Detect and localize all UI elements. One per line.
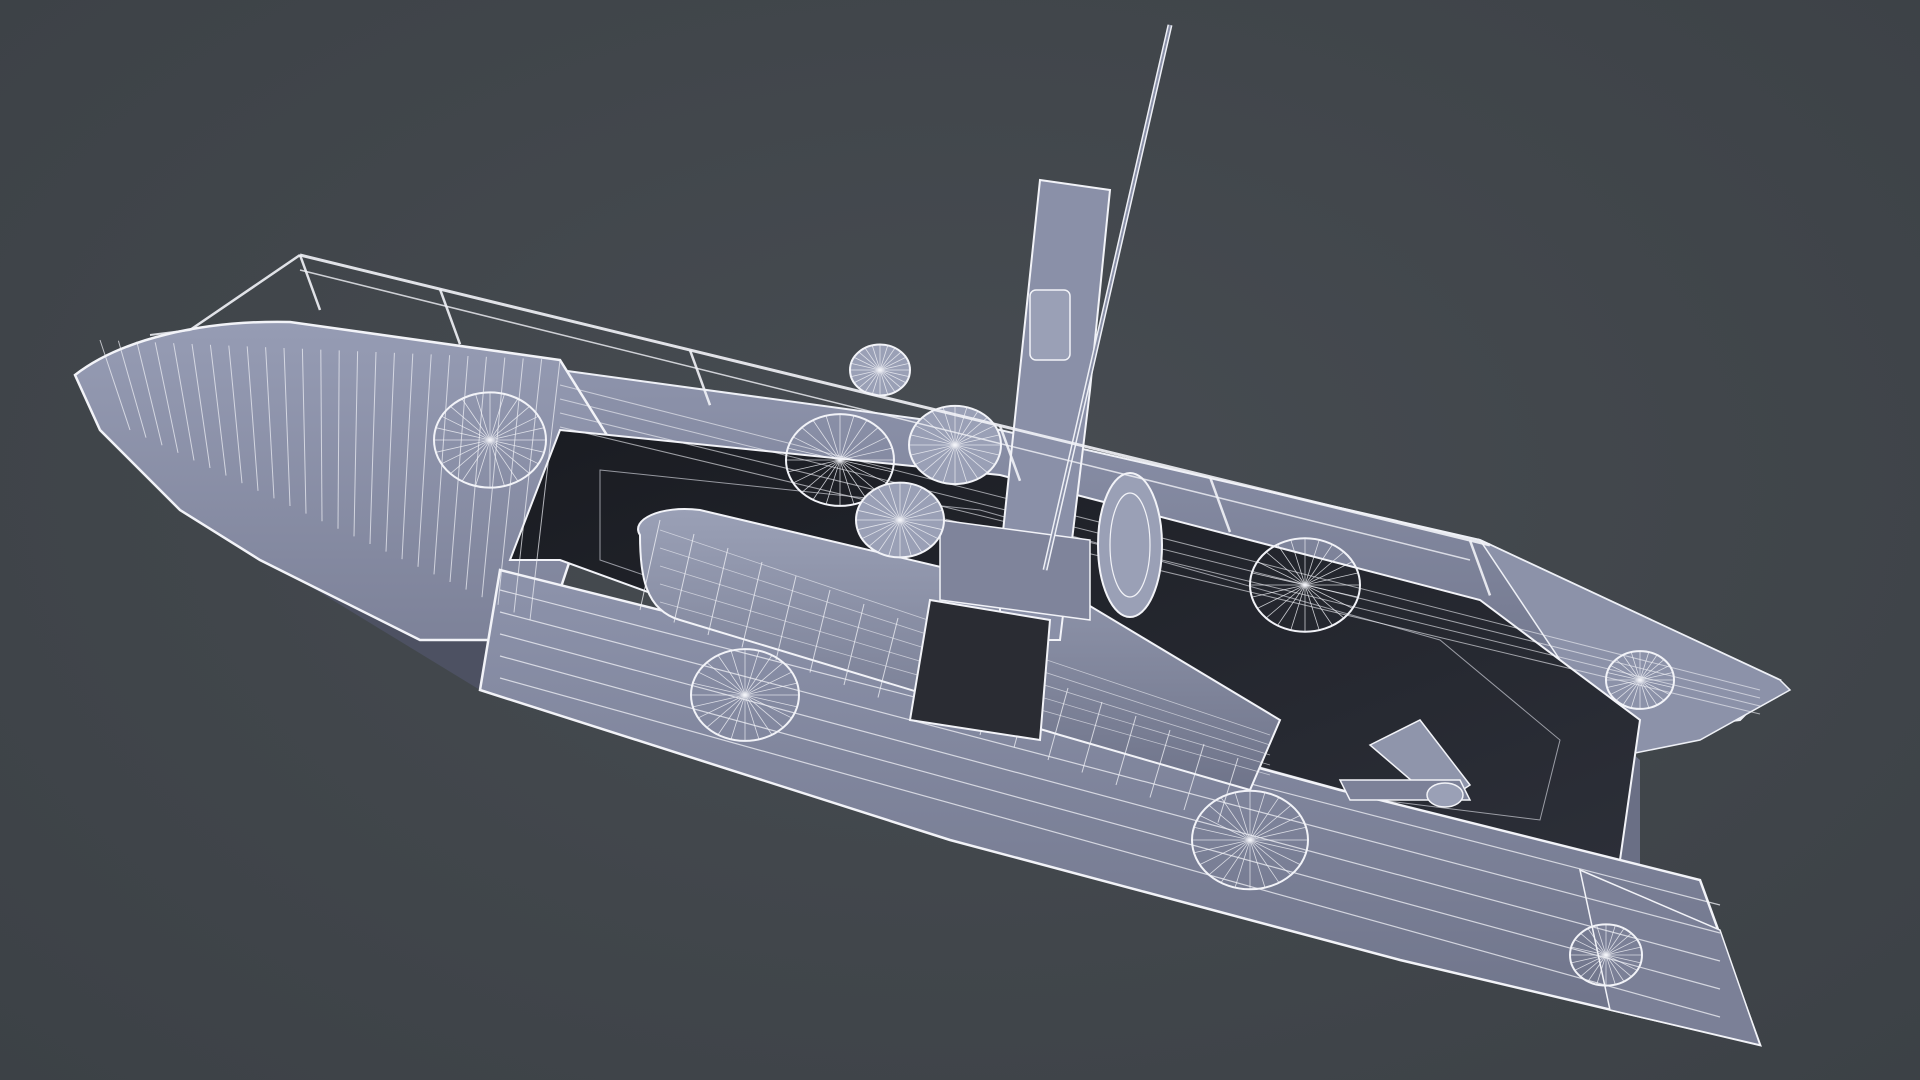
boat-wireframe-render (73, 24, 1792, 1047)
hatch-disc (908, 404, 1002, 486)
wire-line (189, 253, 301, 332)
hatch-disc (690, 648, 800, 742)
hatch-disc (1191, 789, 1309, 891)
wire-line (438, 288, 462, 345)
hatch-disc (849, 343, 911, 397)
hatch-disc (1569, 923, 1643, 987)
hatch-disc (1249, 537, 1361, 633)
hatch-disc (1605, 650, 1675, 710)
lifebuoy (1097, 472, 1163, 618)
hatch-disc (855, 481, 945, 559)
viewport (0, 0, 1920, 1080)
hatch-disc (433, 391, 547, 489)
wire-line (298, 254, 322, 311)
